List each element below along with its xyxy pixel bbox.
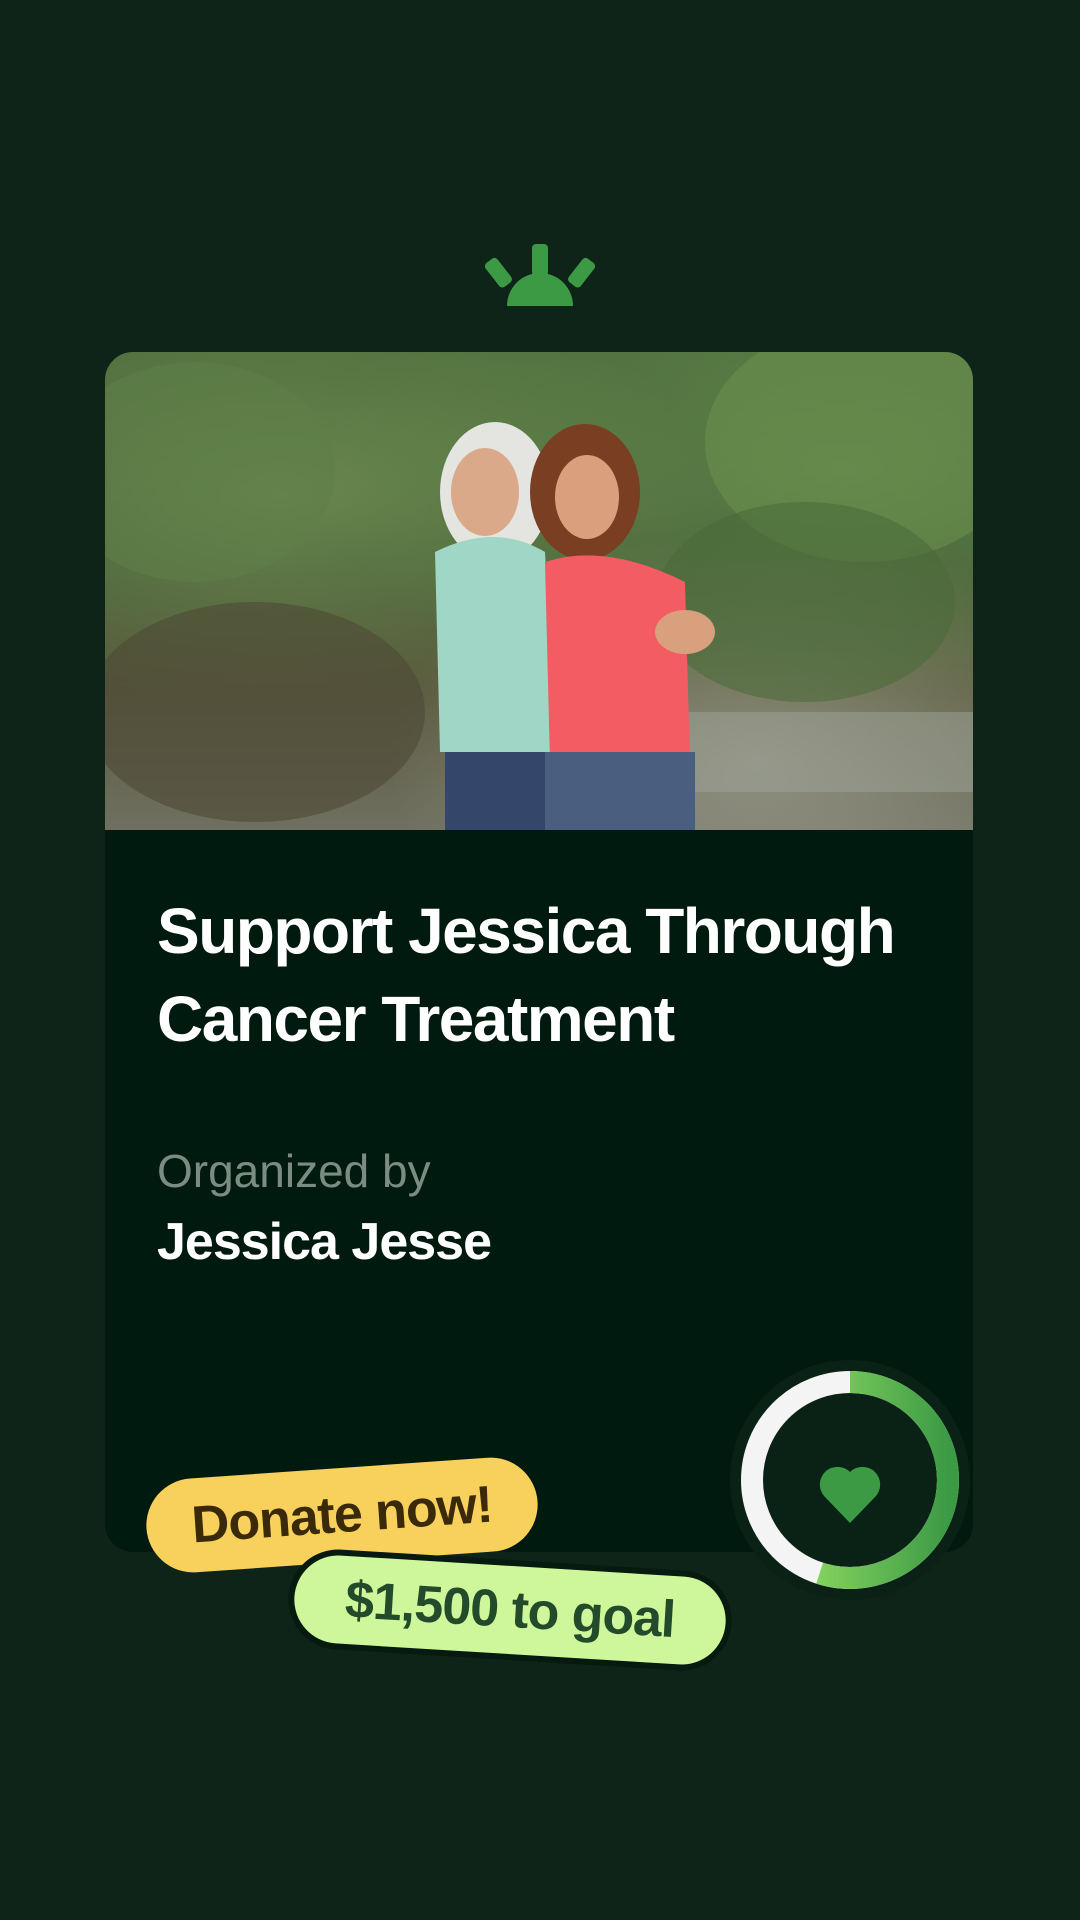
progress-ring <box>730 1360 970 1600</box>
sun-logo-icon <box>485 244 595 306</box>
organizer-name[interactable]: Jessica Jesse <box>157 1212 492 1272</box>
heart-icon <box>819 1466 881 1523</box>
goal-badge: $1,500 to goal <box>285 1546 735 1674</box>
two-women-photo <box>105 352 973 830</box>
fundraiser-title: Support Jessica Through Cancer Treatment <box>157 895 896 1055</box>
organized-by-label: Organized by <box>157 1145 431 1197</box>
goal-label: $1,500 to goal <box>291 1552 729 1668</box>
